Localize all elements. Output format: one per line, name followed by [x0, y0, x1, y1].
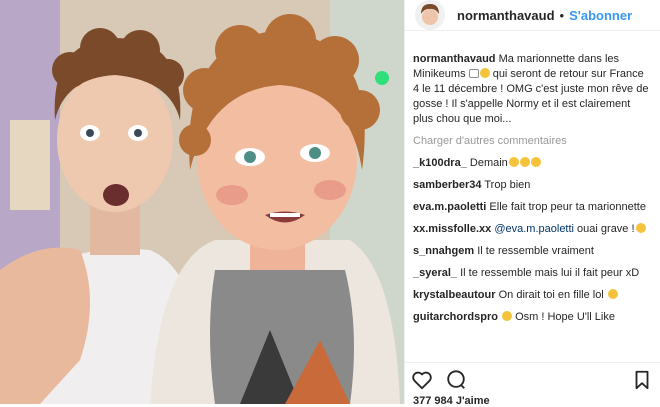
comment-item: s_nnahgem Il te ressemble vraiment	[413, 244, 652, 259]
likes-label: J'aime	[455, 395, 490, 407]
comment-mention[interactable]: @eva.m.paoletti	[494, 223, 574, 235]
emoji-icon	[635, 223, 646, 233]
comment-item: eva.m.paoletti Elle fait trop peur ta ma…	[413, 200, 652, 215]
comment-username[interactable]: _syeral_	[413, 267, 457, 279]
comment-username[interactable]: guitarchordspro	[413, 311, 498, 323]
comment-item: xx.missfolle.xx @eva.m.paoletti ouai gra…	[413, 222, 652, 237]
emoji-icon	[519, 157, 530, 167]
comment-item: guitarchordspro Osm ! Hope U'll Like	[413, 310, 652, 325]
emoji-icon	[508, 157, 519, 167]
post-sidebar: normanthavaud • S'abonner normanthavaud …	[404, 0, 660, 407]
comment-text: On dirait toi en fille lol	[498, 289, 604, 301]
comment-text: Il te ressemble vraiment	[477, 245, 594, 257]
comment-item: _k100dra_ Demain	[413, 156, 652, 171]
comment-username[interactable]: samberber34	[413, 179, 482, 191]
comment-username[interactable]: krystalbeautour	[413, 289, 496, 301]
comment-text: Osm ! Hope U'll Like	[515, 311, 615, 323]
comment-list: normanthavaud Ma marionnette dans les Mi…	[405, 52, 660, 332]
comment-username[interactable]: _k100dra_	[413, 157, 467, 169]
avatar[interactable]	[415, 0, 445, 30]
smiling-emoji-icon	[479, 68, 490, 78]
bookmark-icon[interactable]	[631, 369, 653, 391]
caption-username[interactable]: normanthavaud	[413, 53, 496, 65]
comment-text: Demain	[469, 157, 508, 169]
comment-item: krystalbeautour On dirait toi en fille l…	[413, 288, 652, 303]
post-actions	[405, 362, 660, 393]
tv-icon	[468, 69, 479, 78]
likes-number: 377 984	[413, 395, 453, 407]
load-more-comments[interactable]: Charger d'autres commentaires	[413, 134, 652, 149]
post-photo[interactable]	[0, 0, 404, 404]
comment-text: ouai grave !	[574, 223, 635, 235]
comment-username[interactable]: s_nnahgem	[413, 245, 474, 257]
comment-text: Il te ressemble mais lui il fait peur xD	[460, 267, 640, 279]
instagram-post: normanthavaud • S'abonner normanthavaud …	[0, 0, 660, 407]
emoji-icon	[502, 311, 513, 321]
comment-text: Elle fait trop peur ta marionnette	[489, 201, 646, 213]
follow-button[interactable]: S'abonner	[569, 8, 632, 23]
laughing-emoji-icon	[607, 289, 618, 299]
separator-dot: •	[559, 7, 565, 23]
emoji-icon	[530, 157, 541, 167]
post-caption: normanthavaud Ma marionnette dans les Mi…	[413, 52, 652, 127]
comment-item: _syeral_ Il te ressemble mais lui il fai…	[413, 266, 652, 281]
like-count[interactable]: 377 984 J'aime	[413, 395, 490, 407]
comment-icon[interactable]	[445, 369, 467, 391]
comment-username[interactable]: xx.missfolle.xx	[413, 223, 491, 235]
comment-username[interactable]: eva.m.paoletti	[413, 201, 486, 213]
post-header: normanthavaud • S'abonner	[405, 0, 660, 31]
heart-icon[interactable]	[411, 369, 433, 391]
comment-text: Trop bien	[484, 179, 531, 191]
header-username[interactable]: normanthavaud	[457, 8, 555, 23]
post-image-illustration	[0, 0, 404, 404]
comment-item: samberber34 Trop bien	[413, 178, 652, 193]
